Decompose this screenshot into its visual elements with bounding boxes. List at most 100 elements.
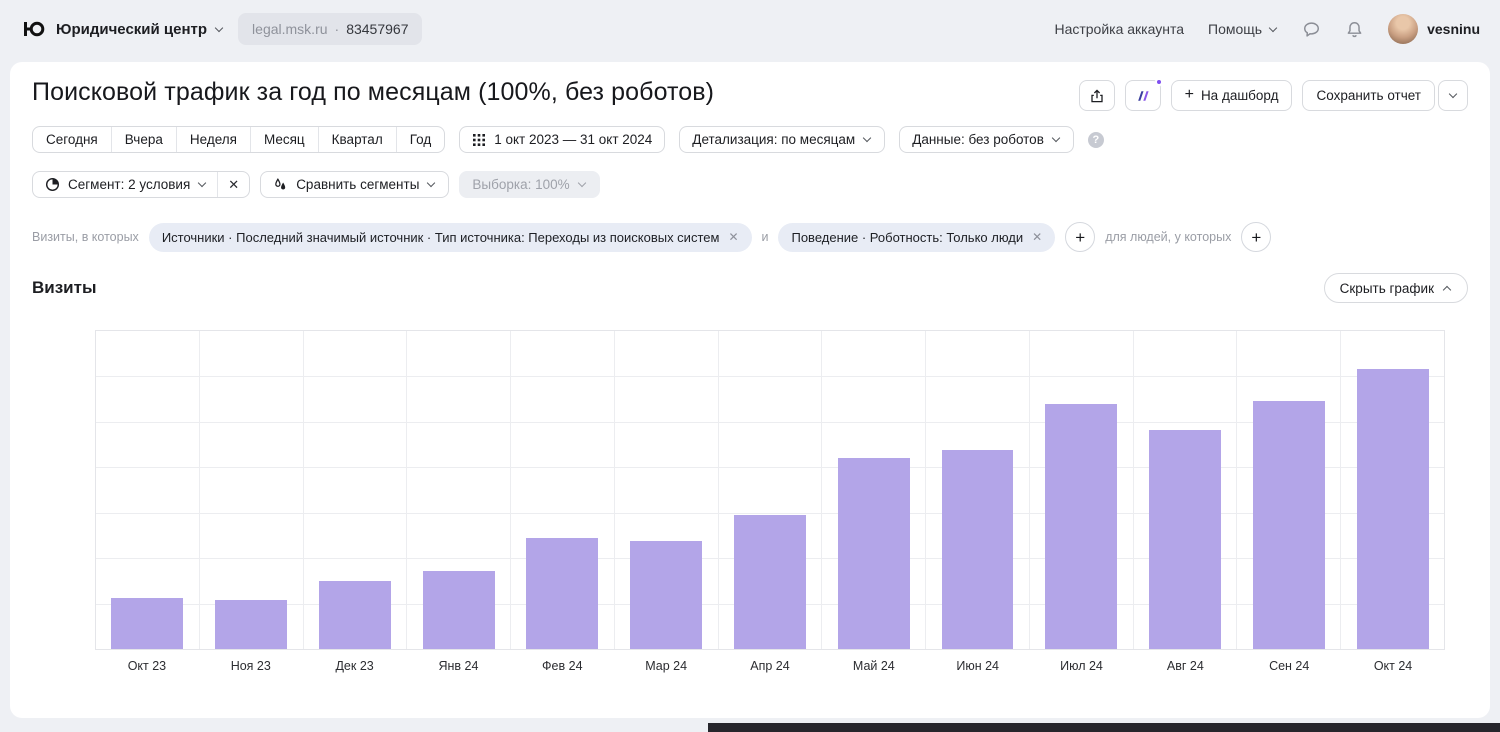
hide-chart-label: Скрыть график: [1340, 281, 1434, 296]
feedback-icon[interactable]: [1302, 20, 1321, 39]
x-axis-label: Авг 24: [1133, 659, 1237, 673]
chevron-down-icon: [1052, 135, 1061, 144]
chart-column: [96, 331, 200, 649]
metrica-logo-icon[interactable]: [20, 16, 46, 42]
bar-Дек 23[interactable]: [319, 581, 391, 649]
metrica-apps-button[interactable]: [1125, 80, 1161, 111]
counter-id: 83457967: [346, 21, 408, 37]
chart-column: [511, 331, 615, 649]
chip-remove-icon[interactable]: ✕: [728, 230, 738, 244]
chip-remove-icon[interactable]: ✕: [1032, 230, 1042, 244]
report-card: Поисковой трафик за год по месяцам (100%…: [10, 62, 1490, 718]
counter-info-badge[interactable]: legal.msk.ru · 83457967: [238, 13, 422, 45]
chart-column: [719, 331, 823, 649]
bar-Ноя 23[interactable]: [215, 600, 287, 649]
help-label: Помощь: [1208, 21, 1262, 37]
account-settings-link[interactable]: Настройка аккаунта: [1054, 21, 1184, 37]
bar-Июн 24[interactable]: [942, 450, 1014, 649]
bar-Окт 23[interactable]: [111, 598, 183, 649]
chart-column: [1134, 331, 1238, 649]
compare-segments-dropdown[interactable]: Сравнить сегменты: [260, 171, 449, 198]
help-menu[interactable]: Помощь: [1208, 21, 1278, 37]
user-menu[interactable]: vesninu: [1388, 14, 1480, 44]
username: vesninu: [1427, 21, 1480, 37]
bar-Сен 24[interactable]: [1253, 401, 1325, 649]
chart-column: [304, 331, 408, 649]
notification-dot: [1155, 78, 1163, 86]
tab-yesterday[interactable]: Вчера: [112, 127, 177, 152]
topbar: Юридический центр legal.msk.ru · 8345796…: [0, 0, 1500, 58]
bar-Июл 24[interactable]: [1045, 404, 1117, 649]
x-axis-label: Май 24: [822, 659, 926, 673]
tab-today[interactable]: Сегодня: [33, 127, 112, 152]
and-label: и: [762, 230, 769, 244]
counter-domain: legal.msk.ru: [252, 21, 327, 37]
help-question-icon[interactable]: ?: [1088, 132, 1104, 148]
detalization-value: Детализация: по месяцам: [692, 132, 855, 147]
chevron-down-icon: [863, 135, 872, 144]
title-row: Поисковой трафик за год по месяцам (100%…: [32, 78, 1468, 112]
segment-chip-behavior-text: Поведение · Роботность: Только люди: [791, 230, 1023, 245]
chevron-down-icon: [198, 180, 207, 189]
segment-chip-behavior[interactable]: Поведение · Роботность: Только люди ✕: [778, 223, 1055, 252]
chart-title: Визиты: [32, 278, 96, 298]
segment-chip-source[interactable]: Источники · Последний значимый источник …: [149, 223, 752, 252]
export-button[interactable]: [1079, 80, 1115, 111]
date-range-value: 1 окт 2023 — 31 окт 2024: [494, 132, 652, 147]
save-report-menu-button[interactable]: [1438, 80, 1468, 111]
topbar-right: Настройка аккаунта Помощь vesninu: [1054, 14, 1480, 44]
bar-Окт 24[interactable]: [1357, 369, 1429, 649]
chevron-down-icon: [215, 25, 224, 34]
bar-Май 24[interactable]: [838, 458, 910, 649]
segment-clear-button[interactable]: ✕: [217, 172, 249, 197]
chart-column: [1341, 331, 1444, 649]
chevron-up-icon: [1443, 284, 1452, 293]
hide-chart-button[interactable]: Скрыть график: [1324, 273, 1468, 303]
chevron-down-icon: [427, 180, 436, 189]
chart-labels: Окт 23Ноя 23Дек 23Янв 24Фев 24Мар 24Апр …: [95, 659, 1445, 673]
chart-column: [615, 331, 719, 649]
date-range-picker[interactable]: 1 окт 2023 — 31 окт 2024: [459, 126, 665, 153]
x-axis-label: Мар 24: [614, 659, 718, 673]
save-report-split-button: Сохранить отчет: [1302, 80, 1468, 111]
tab-year[interactable]: Год: [397, 127, 445, 152]
visits-in-which-label: Визиты, в которых: [32, 230, 139, 244]
x-axis-label: Дек 23: [303, 659, 407, 673]
x-axis-label: Июн 24: [926, 659, 1030, 673]
detalization-dropdown[interactable]: Детализация: по месяцам: [679, 126, 885, 153]
page-title: Поисковой трафик за год по месяцам (100%…: [32, 78, 714, 107]
x-axis-label: Фев 24: [510, 659, 614, 673]
chevron-down-icon: [1449, 91, 1458, 100]
chart-column: [407, 331, 511, 649]
x-axis-label: Сен 24: [1237, 659, 1341, 673]
bar-Апр 24[interactable]: [734, 515, 806, 649]
tab-quarter[interactable]: Квартал: [319, 127, 397, 152]
filters-row-1: Сегодня Вчера Неделя Месяц Квартал Год 1…: [32, 126, 1468, 153]
add-to-dashboard-button[interactable]: + На дашборд: [1171, 80, 1293, 111]
notifications-bell-icon[interactable]: [1345, 20, 1364, 39]
tab-week[interactable]: Неделя: [177, 127, 251, 152]
for-people-label: для людей, у которых: [1105, 230, 1231, 244]
chart-header-row: Визиты Скрыть график: [32, 274, 1468, 302]
segment-value: Сегмент: 2 условия: [68, 177, 190, 192]
chart-plot: [95, 330, 1445, 650]
bar-Янв 24[interactable]: [423, 571, 495, 649]
add-visit-condition-button[interactable]: +: [1065, 222, 1095, 252]
chart-column: [1237, 331, 1341, 649]
avatar: [1388, 14, 1418, 44]
save-report-button[interactable]: Сохранить отчет: [1302, 80, 1435, 111]
bar-Мар 24[interactable]: [630, 541, 702, 649]
add-people-condition-button[interactable]: +: [1241, 222, 1271, 252]
compare-segments-label: Сравнить сегменты: [296, 177, 419, 192]
bar-Фев 24[interactable]: [526, 538, 598, 649]
chart-column: [822, 331, 926, 649]
plus-icon: +: [1185, 87, 1194, 103]
tab-month[interactable]: Месяц: [251, 127, 319, 152]
counter-switcher[interactable]: Юридический центр: [56, 21, 224, 38]
x-axis-label: Янв 24: [407, 659, 511, 673]
segment-dropdown[interactable]: Сегмент: 2 условия ✕: [32, 171, 250, 198]
bar-Авг 24[interactable]: [1149, 430, 1221, 649]
sampling-dropdown[interactable]: Выборка: 100%: [459, 171, 599, 198]
data-mode-dropdown[interactable]: Данные: без роботов: [899, 126, 1074, 153]
pie-segment-icon: [45, 177, 60, 192]
